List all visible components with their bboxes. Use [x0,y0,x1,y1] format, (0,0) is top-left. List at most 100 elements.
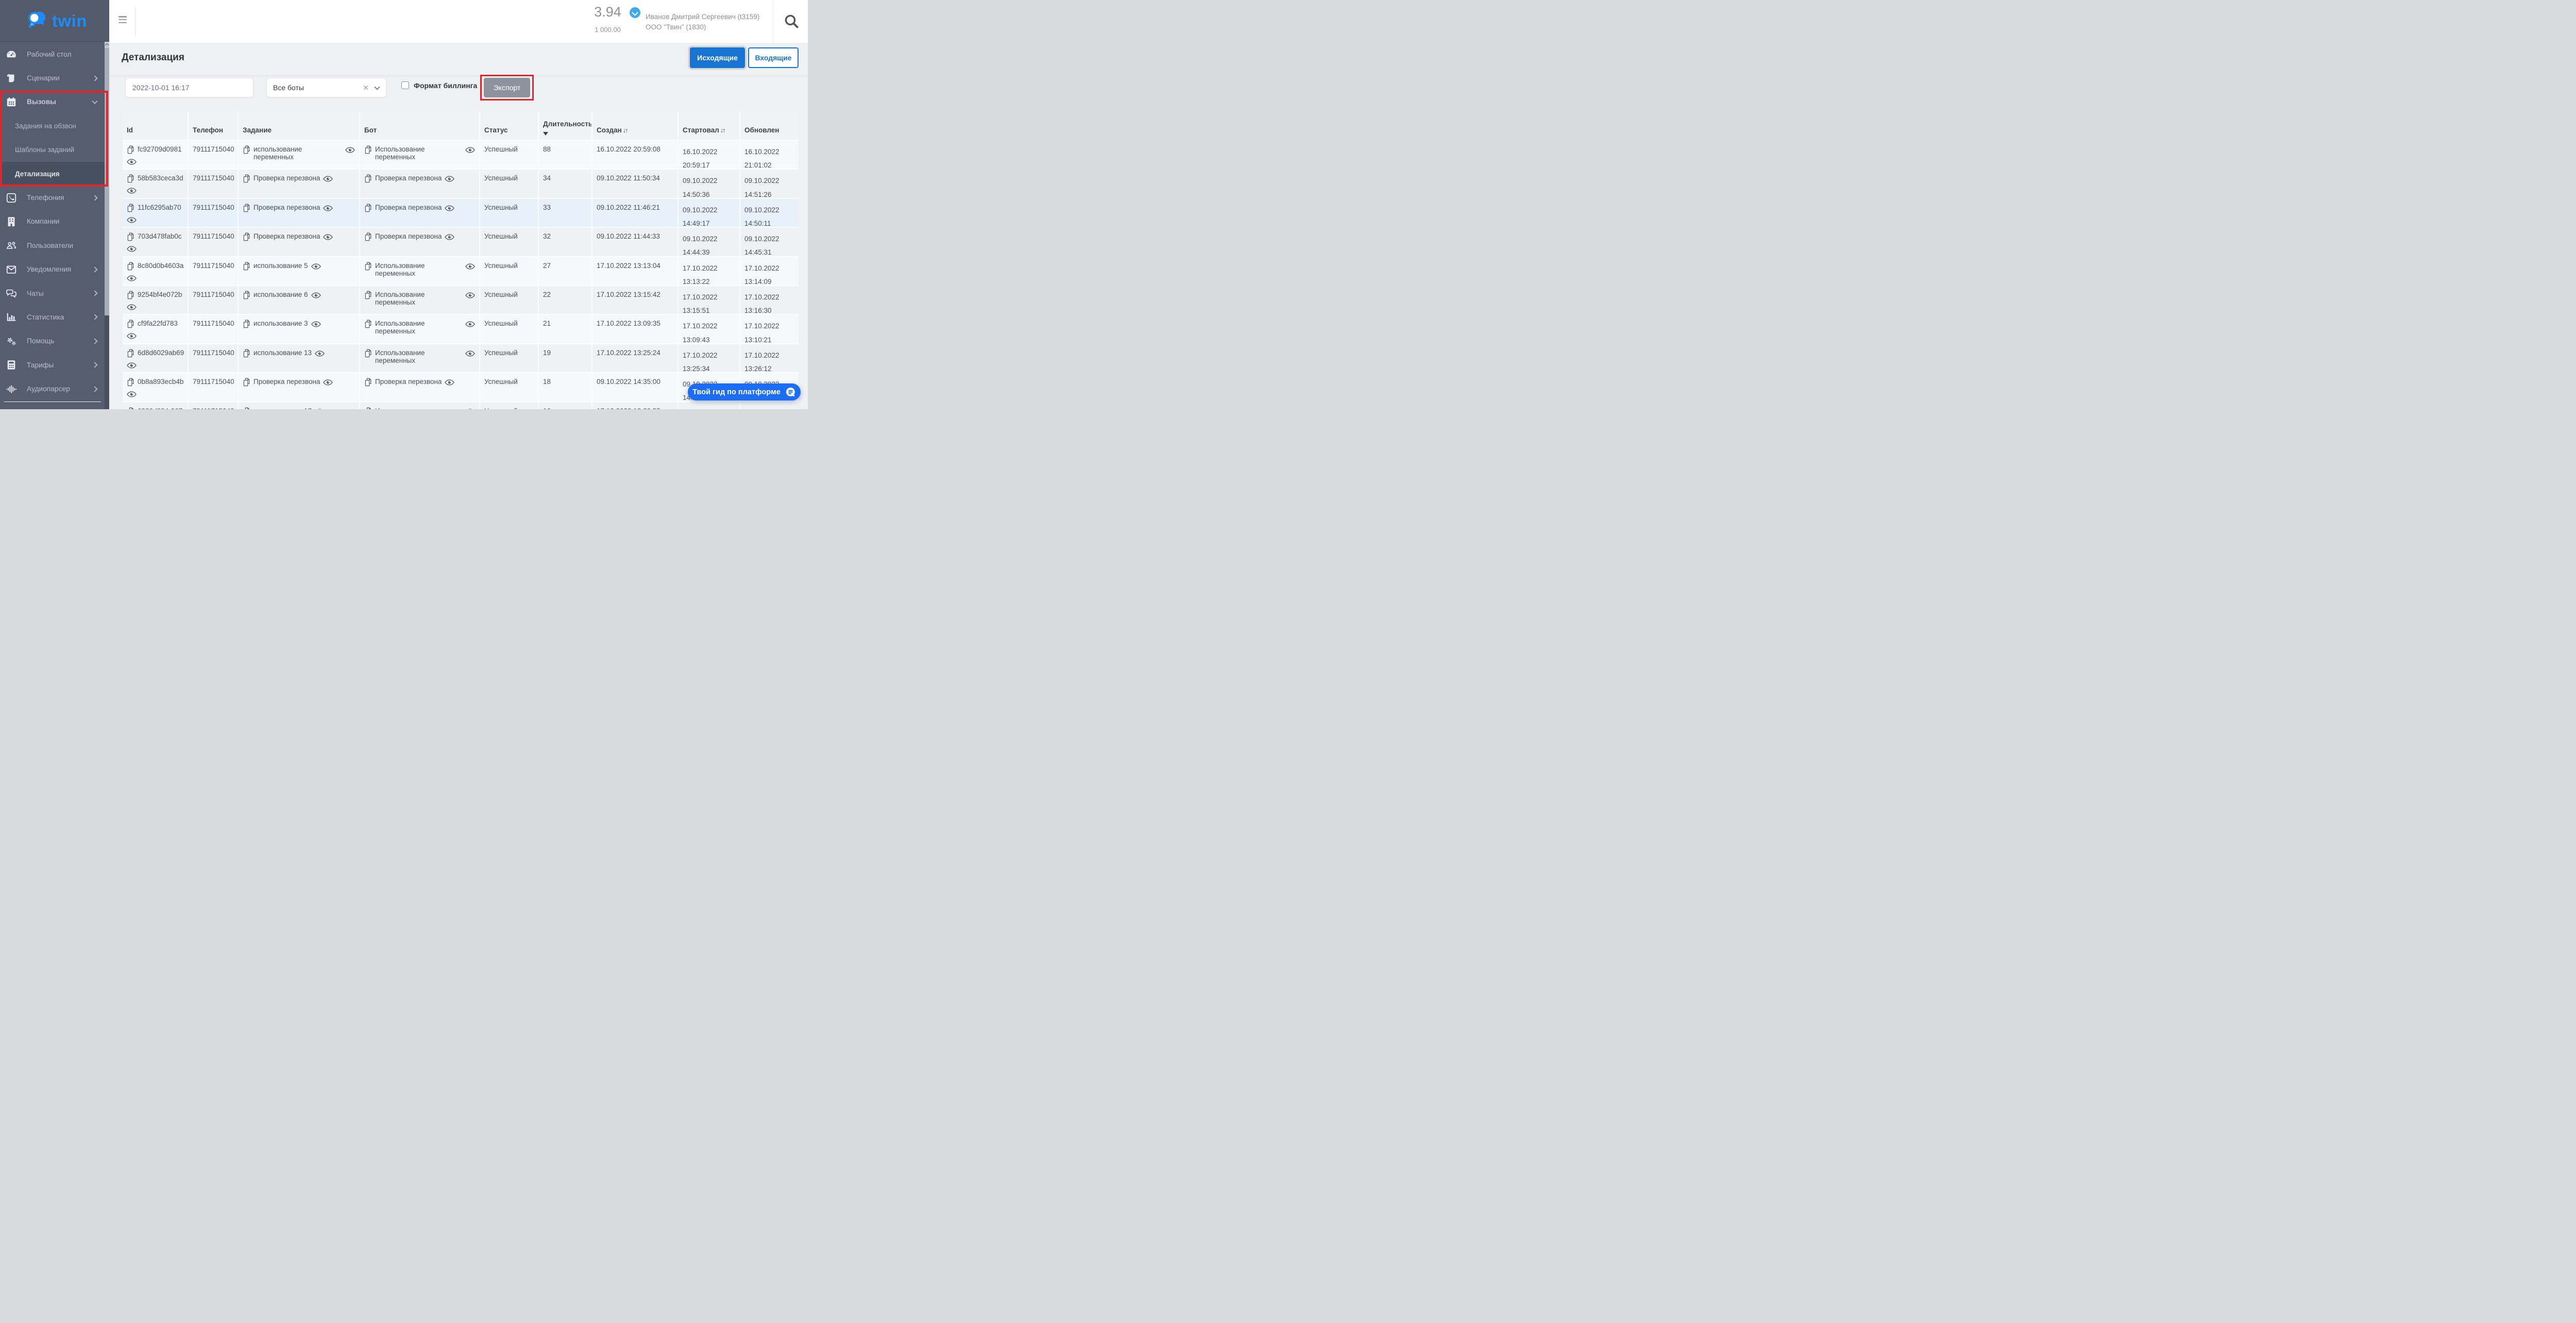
eye-icon[interactable] [465,147,475,153]
eye-icon[interactable] [127,333,137,339]
copy-icon[interactable] [243,349,250,358]
sort-both-icon[interactable]: ↓↑ [720,127,725,134]
eye-icon[interactable] [323,234,333,240]
column-header-id[interactable]: Id [123,111,189,140]
eye-icon[interactable] [465,263,475,270]
column-header-duration[interactable]: Длительность [539,111,592,140]
eye-icon[interactable] [445,205,454,211]
search-icon[interactable] [783,13,801,30]
column-header-started[interactable]: Стартовал↓↑ [679,111,740,140]
eye-icon[interactable] [323,379,333,386]
bot-filter-select[interactable]: Все боты ✕ [266,78,386,97]
copy-icon[interactable] [127,291,134,299]
copy-icon[interactable] [127,232,134,241]
sidebar-item-11[interactable]: Статистика [0,305,109,329]
billing-format-label[interactable]: Формат биллинга [414,81,477,90]
eye-icon[interactable] [465,292,475,298]
eye-icon[interactable] [127,304,137,310]
eye-icon[interactable] [127,188,137,194]
billing-format-checkbox[interactable] [401,81,409,89]
eye-icon[interactable] [323,176,333,182]
copy-icon[interactable] [243,204,250,212]
copy-icon[interactable] [243,407,250,409]
balance-dropdown-icon[interactable] [630,7,640,18]
copy-icon[interactable] [127,145,134,154]
table-row[interactable]: 8c80d0b4603a79111715040использование 5Ис… [123,257,799,286]
incoming-tab-button[interactable]: Входящие [748,47,799,68]
outgoing-tab-button[interactable]: Исходящие [690,47,745,68]
clear-select-icon[interactable]: ✕ [363,83,369,92]
eye-icon[interactable] [311,292,321,298]
sidebar-item-9[interactable]: Уведомления [0,258,109,281]
table-row[interactable]: 6986d884-06779111715040использование 17И… [123,403,799,409]
platform-guide-chat-button[interactable]: Твой гид по платформе [688,383,801,400]
table-row[interactable]: 58b583ceca3d79111715040Проверка перезвон… [123,170,799,198]
export-button[interactable]: Экспорт [484,78,530,97]
column-header-phone[interactable]: Телефон [189,111,239,140]
column-header-created[interactable]: Создан↓↑ [592,111,679,140]
sidebar-item-2[interactable]: Вызовы [0,90,109,114]
sidebar-item-0[interactable]: Рабочий стол [0,42,109,66]
column-header-task[interactable]: Задание [239,111,360,140]
copy-icon[interactable] [364,291,372,299]
sidebar-item-4[interactable]: Шаблоны заданий [0,138,109,162]
copy-icon[interactable] [127,407,134,409]
sidebar-item-6[interactable]: Телефония [0,186,109,209]
eye-icon[interactable] [445,176,454,182]
sidebar-item-7[interactable]: Компании [0,210,109,233]
copy-icon[interactable] [364,320,372,328]
eye-icon[interactable] [323,205,333,211]
copy-icon[interactable] [364,349,372,358]
eye-icon[interactable] [127,362,137,369]
sidebar-item-10[interactable]: Чаты [0,281,109,305]
sort-desc-icon[interactable] [543,132,548,136]
column-header-bot[interactable]: Бот [360,111,480,140]
table-row[interactable]: 11fc6295ab7079111715040Проверка перезвон… [123,199,799,228]
sidebar-scroll-up-button[interactable] [105,42,109,48]
table-row[interactable]: fc92709d098179111715040использование пер… [123,141,799,170]
eye-icon[interactable] [315,350,325,357]
copy-icon[interactable] [243,320,250,328]
sidebar-item-12[interactable]: Помощь [0,329,109,353]
copy-icon[interactable] [364,262,372,271]
brand-logo[interactable]: twin [0,0,109,42]
table-row[interactable]: 9254bf4e072b79111715040использование 6Ис… [123,286,799,315]
copy-icon[interactable] [243,174,250,183]
copy-icon[interactable] [127,174,134,183]
sidebar-item-8[interactable]: Пользователи [0,233,109,257]
sidebar-item-13[interactable]: Тарифы [0,353,109,377]
eye-icon[interactable] [445,379,454,386]
table-row[interactable]: 6d8d6029ab6979111715040использование 13И… [123,344,799,373]
copy-icon[interactable] [127,204,134,212]
copy-icon[interactable] [364,232,372,241]
eye-icon[interactable] [445,234,454,240]
copy-icon[interactable] [364,204,372,212]
eye-icon[interactable] [465,321,475,327]
eye-icon[interactable] [127,159,137,165]
copy-icon[interactable] [243,232,250,241]
copy-icon[interactable] [127,349,134,358]
eye-icon[interactable] [345,147,355,153]
eye-icon[interactable] [127,391,137,397]
table-row[interactable]: 703d478fab0c79111715040Проверка перезвон… [123,228,799,257]
column-header-updated[interactable]: Обновлен [740,111,799,140]
copy-icon[interactable] [364,378,372,387]
copy-icon[interactable] [127,320,134,328]
eye-icon[interactable] [465,350,475,357]
sidebar-scrollbar-thumb[interactable] [105,48,109,315]
eye-icon[interactable] [127,217,137,223]
copy-icon[interactable] [364,407,372,409]
copy-icon[interactable] [243,291,250,299]
eye-icon[interactable] [311,263,321,270]
sidebar-item-14[interactable]: Аудиопарсер [0,377,109,400]
copy-icon[interactable] [364,174,372,183]
eye-icon[interactable] [127,246,137,252]
copy-icon[interactable] [243,262,250,271]
sidebar-item-3[interactable]: Задания на обзвон [0,114,109,138]
copy-icon[interactable] [127,262,134,271]
sidebar-item-5[interactable]: Детализация [0,162,109,186]
column-header-status[interactable]: Статус [480,111,539,140]
copy-icon[interactable] [127,378,134,387]
balance-amount[interactable]: 3.94 [583,4,632,20]
eye-icon[interactable] [311,321,321,327]
